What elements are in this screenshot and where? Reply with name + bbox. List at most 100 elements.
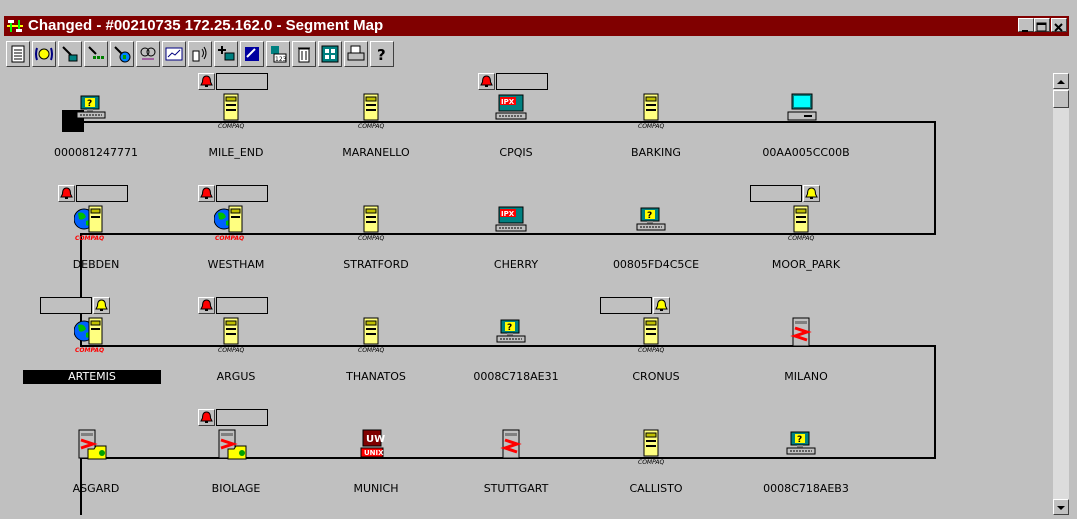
device-node[interactable]: ? 0008C718AEB3 — [751, 429, 861, 495]
toolbar-broadcast-button[interactable] — [32, 41, 56, 67]
alarm-indicator[interactable] — [198, 409, 270, 427]
list-icon — [11, 45, 25, 63]
toolbar-graph-button[interactable] — [162, 41, 186, 67]
title-bar[interactable]: Changed - #00210735 172.25.162.0 - Segme… — [4, 16, 1069, 36]
alarm-status-box — [496, 73, 548, 90]
alarm-bell-button[interactable] — [198, 409, 215, 426]
device-node[interactable]: COMPAQ BARKING — [601, 93, 711, 159]
segment-map-icon — [7, 20, 23, 32]
network-probe-icon — [88, 46, 104, 59]
device-node[interactable]: ASGARD — [41, 429, 151, 495]
device-label: ARGUS — [216, 370, 256, 383]
toolbar-globe-probe-button[interactable] — [110, 41, 134, 67]
toolbar-list-button[interactable] — [6, 41, 30, 67]
minimize-icon — [1022, 30, 1028, 32]
compaq-globe-server-icon: COMPAQ — [74, 205, 104, 242]
device-node[interactable]: COMPAQ CRONUS — [601, 317, 711, 383]
toolbar-ping-button[interactable] — [58, 41, 82, 67]
device-node[interactable]: COMPAQ MARANELLO — [321, 93, 431, 159]
device-node[interactable]: 00AA005CC00B — [751, 93, 861, 159]
compaq-globe-server-icon: COMPAQ — [74, 317, 104, 354]
svg-text:?: ? — [797, 435, 802, 445]
alarm-bell-button[interactable] — [198, 185, 215, 202]
device-label: STUTTGART — [483, 482, 549, 495]
device-node[interactable]: COMPAQ DEBDEN — [41, 205, 151, 271]
device-node[interactable]: MILANO — [751, 317, 861, 383]
device-node[interactable]: COMPAQ STRATFORD — [321, 205, 431, 271]
scroll-down-button[interactable] — [1053, 499, 1069, 515]
toolbar-network-probe-button[interactable] — [84, 41, 108, 67]
maximize-button[interactable] — [1034, 18, 1050, 32]
device-label: 000081247771 — [54, 146, 138, 159]
alarm-bell-button[interactable] — [803, 185, 820, 202]
window-title: Changed - #00210735 172.25.162.0 - Segme… — [28, 17, 384, 34]
device-node[interactable]: STUTTGART — [461, 429, 571, 495]
alarm-bell-button[interactable] — [58, 185, 75, 202]
segment-map-canvas[interactable]: ? 000081247771 COMPAQ MILE_END COMPAQ MA… — [4, 73, 1053, 515]
device-label: CALLISTO — [629, 482, 683, 495]
svg-text:?: ? — [507, 323, 512, 333]
svg-text:COMPAQ: COMPAQ — [218, 347, 245, 354]
svg-text:COMPAQ: COMPAQ — [638, 459, 665, 466]
toolbar-wireless-device-button[interactable] — [188, 41, 212, 67]
device-node[interactable]: UW UNIX MUNICH — [321, 429, 431, 495]
alarm-indicator[interactable] — [40, 297, 112, 315]
toolbar-map-view-button[interactable] — [318, 41, 342, 67]
desktop-pc-icon — [787, 93, 817, 121]
svg-text:COMPAQ: COMPAQ — [638, 347, 665, 354]
svg-text:COMPAQ: COMPAQ — [358, 347, 385, 354]
alarm-bell-button[interactable] — [198, 297, 215, 314]
svg-text:COMPAQ: COMPAQ — [215, 235, 244, 242]
alarm-indicator[interactable] — [600, 297, 672, 315]
svg-text:COMPAQ: COMPAQ — [358, 123, 385, 130]
toolbar-print-button[interactable] — [344, 41, 368, 67]
device-node[interactable]: COMPAQ MILE_END — [181, 93, 291, 159]
device-node[interactable]: IPX CPQIS — [461, 93, 571, 159]
arrow-up-icon — [1057, 80, 1065, 84]
toolbar-add-node-button[interactable] — [214, 41, 238, 67]
alarm-status-box — [216, 185, 268, 202]
alarm-bell-button[interactable] — [478, 73, 495, 90]
alarm-status-box — [216, 73, 268, 90]
device-node[interactable]: COMPAQ MOOR_PARK — [751, 205, 861, 271]
device-label: CHERRY — [493, 258, 539, 271]
print-icon — [347, 45, 365, 61]
alarm-bell-button[interactable] — [653, 297, 670, 314]
alarm-bell-button[interactable] — [198, 73, 215, 90]
device-node[interactable]: ? 0008C718AE31 — [461, 317, 571, 383]
alarm-indicator[interactable] — [750, 185, 822, 203]
device-node[interactable]: COMPAQ CALLISTO — [601, 429, 711, 495]
device-node[interactable]: COMPAQ ARTEMIS — [23, 317, 161, 384]
alarm-indicator[interactable] — [198, 185, 270, 203]
toolbar-trash-button[interactable] — [292, 41, 316, 67]
map-view-icon — [321, 45, 339, 63]
alarm-indicator[interactable] — [198, 297, 270, 315]
device-node[interactable]: COMPAQ ARGUS — [181, 317, 291, 383]
toolbar-help-button[interactable]: ? — [370, 41, 394, 67]
device-node[interactable]: BIOLAGE — [181, 429, 291, 495]
device-node[interactable]: ? 00805FD4C5CE — [601, 205, 711, 271]
toolbar-edit-button[interactable] — [240, 41, 264, 67]
minimize-button[interactable] — [1018, 18, 1034, 32]
toolbar-numbered-node-button[interactable]: 123 — [266, 41, 290, 67]
add-node-icon — [218, 46, 235, 61]
device-node[interactable]: ? 000081247771 — [41, 93, 151, 159]
numbered-node-icon: 123 — [271, 46, 287, 63]
alarm-indicator[interactable] — [478, 73, 550, 91]
red-tower-icon — [790, 317, 812, 347]
folder-tower-icon — [218, 429, 247, 460]
alarm-indicator[interactable] — [58, 185, 130, 203]
scroll-up-button[interactable] — [1053, 73, 1069, 89]
alarm-indicator[interactable] — [198, 73, 270, 91]
device-node[interactable]: COMPAQ WESTHAM — [181, 205, 291, 271]
device-node[interactable]: COMPAQ THANATOS — [321, 317, 431, 383]
vertical-scrollbar[interactable] — [1053, 73, 1069, 515]
scroll-thumb[interactable] — [1053, 90, 1069, 108]
toolbar-discover-button[interactable] — [136, 41, 160, 67]
close-button[interactable] — [1051, 18, 1067, 32]
ping-icon — [62, 46, 78, 62]
device-node[interactable]: IPX CHERRY — [461, 205, 571, 271]
svg-text:UNIX: UNIX — [364, 449, 384, 457]
alarm-bell-button[interactable] — [93, 297, 110, 314]
ipx-workstation-icon: IPX — [495, 94, 527, 120]
